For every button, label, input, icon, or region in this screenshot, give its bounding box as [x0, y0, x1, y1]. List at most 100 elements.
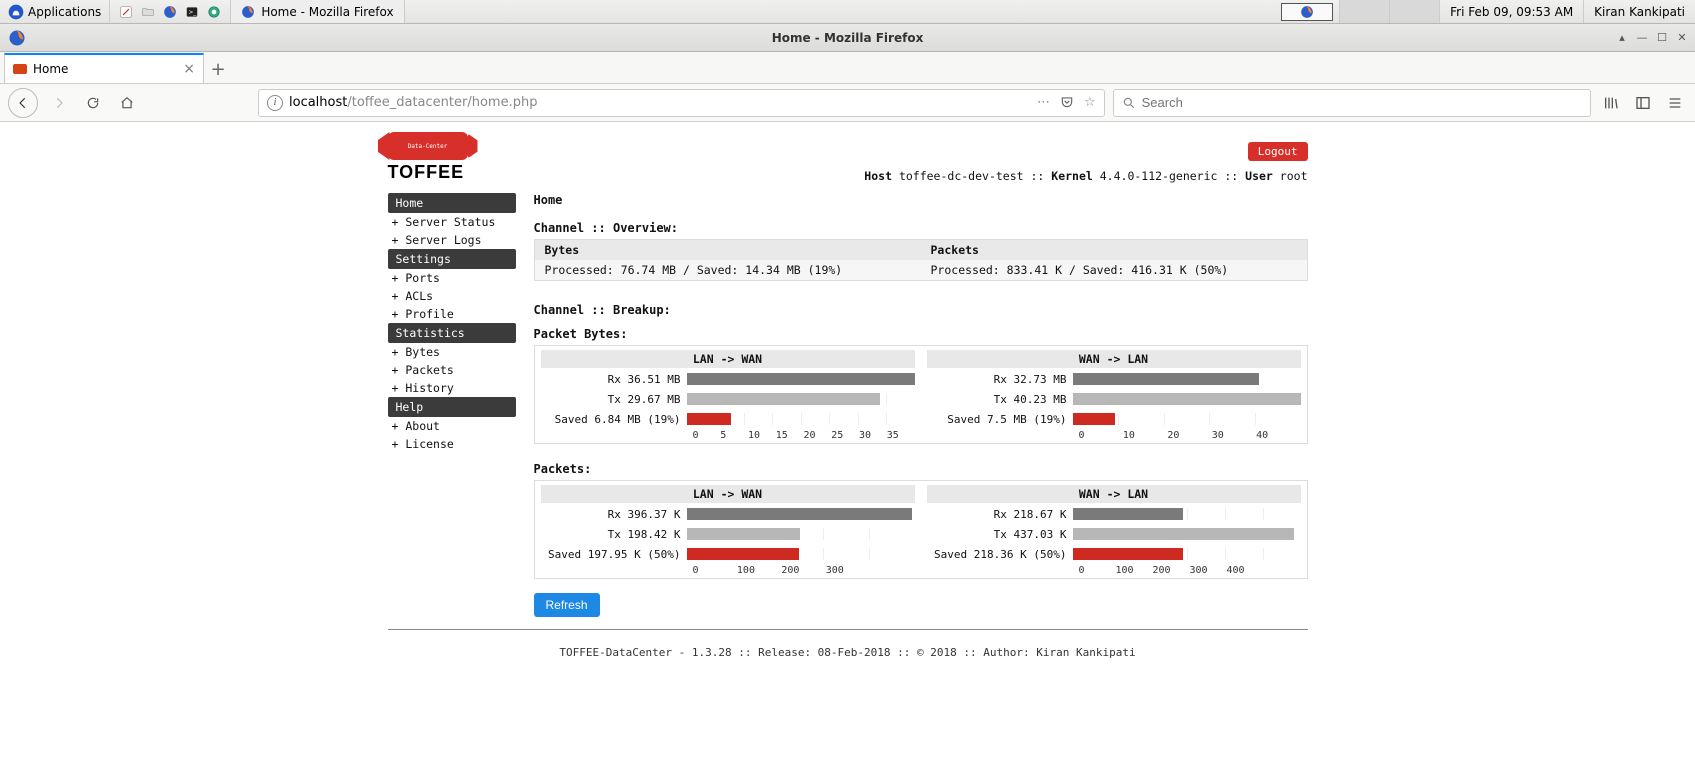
- logo-candy-icon: Data-Center: [388, 132, 468, 160]
- firefox-launcher-icon[interactable]: [160, 2, 180, 22]
- chart-title: WAN -> LAN: [927, 350, 1301, 368]
- chart-bar: Saved 218.36 K (50%): [927, 545, 1301, 563]
- sidebar-item-server-logs[interactable]: Server Logs: [388, 231, 516, 249]
- user-label: User: [1245, 169, 1273, 183]
- sidebar-icon[interactable]: [1631, 91, 1655, 115]
- maximize-icon[interactable]: ☐: [1653, 30, 1671, 46]
- reload-button[interactable]: [80, 90, 106, 116]
- chart-bar: Rx 218.67 K: [927, 505, 1301, 523]
- chart-axis: 0100200300: [693, 563, 915, 576]
- tray-placeholder: [1339, 0, 1389, 23]
- overview-title: Channel :: Overview:: [534, 221, 1308, 235]
- chart-axis: 010203040: [1079, 428, 1301, 441]
- chart-cell: WAN -> LAN Rx 218.67 K Tx 437.03 K Saved…: [921, 481, 1307, 578]
- bar-label: Rx 218.67 K: [927, 508, 1073, 521]
- chart-axis: 0100200300400: [1079, 563, 1301, 576]
- browser-icon[interactable]: [204, 2, 224, 22]
- packets-title: Packets:: [534, 462, 1308, 476]
- packet-bytes-charts: LAN -> WAN Rx 36.51 MB Tx 29.67 MB Saved…: [534, 345, 1308, 444]
- window-up-icon[interactable]: ▴: [1613, 30, 1631, 46]
- search-input[interactable]: [1142, 95, 1582, 110]
- sidebar-item-server-status[interactable]: Server Status: [388, 213, 516, 231]
- home-button[interactable]: [114, 90, 140, 116]
- firefox-icon: [241, 5, 255, 19]
- pocket-icon[interactable]: [1060, 95, 1074, 110]
- library-icon[interactable]: [1599, 91, 1623, 115]
- breakup-title: Channel :: Breakup:: [534, 303, 1308, 317]
- chart-title: LAN -> WAN: [541, 350, 915, 368]
- chart-bar: Tx 40.23 MB: [927, 390, 1301, 408]
- logo-sub: Data-Center: [408, 143, 448, 150]
- taskbar-window-firefox[interactable]: Home - Mozilla Firefox: [230, 0, 404, 23]
- chart-bar: Rx 36.51 MB: [541, 370, 915, 388]
- terminal-icon[interactable]: >_: [182, 2, 202, 22]
- minimize-icon[interactable]: —: [1633, 30, 1651, 46]
- url-path: /toffee_datacenter/home.php: [347, 95, 537, 110]
- chart-title: LAN -> WAN: [541, 485, 915, 503]
- hamburger-menu-icon[interactable]: [1663, 91, 1687, 115]
- host-value: toffee-dc-dev-test: [899, 169, 1024, 183]
- url-host: localhost: [289, 95, 347, 110]
- info-icon[interactable]: i: [267, 95, 283, 111]
- overview-packets-header: Packets: [921, 240, 1308, 261]
- forward-button[interactable]: [46, 90, 72, 116]
- tab-close-icon[interactable]: ×: [183, 61, 195, 77]
- kernel-label: Kernel: [1051, 169, 1093, 183]
- sidebar: Home Server Status Server Logs Settings …: [388, 193, 516, 617]
- chart-bar: Rx 396.37 K: [541, 505, 915, 523]
- chart-cell: LAN -> WAN Rx 396.37 K Tx 198.42 K Saved…: [535, 481, 921, 578]
- svg-text:>_: >_: [189, 9, 197, 15]
- chart-bar: Tx 437.03 K: [927, 525, 1301, 543]
- tab-label: Home: [33, 62, 68, 76]
- url-bar[interactable]: i localhost/toffee_datacenter/home.php ⋯…: [258, 89, 1105, 117]
- host-label: Host: [864, 169, 892, 183]
- bookmark-star-icon[interactable]: ☆: [1084, 95, 1096, 110]
- logout-button[interactable]: Logout: [1248, 142, 1308, 161]
- sidebar-item-license[interactable]: License: [388, 435, 516, 453]
- chart-title: WAN -> LAN: [927, 485, 1301, 503]
- bar-label: Saved 7.5 MB (19%): [927, 413, 1073, 426]
- sidebar-header-help[interactable]: Help: [388, 397, 516, 417]
- new-tab-button[interactable]: +: [204, 55, 232, 83]
- tab-home[interactable]: Home ×: [4, 53, 204, 83]
- search-bar[interactable]: [1113, 89, 1591, 117]
- window-title: Home - Mozilla Firefox: [772, 31, 924, 45]
- sidebar-item-history[interactable]: History: [388, 379, 516, 397]
- sidebar-header-statistics[interactable]: Statistics: [388, 323, 516, 343]
- sidebar-item-ports[interactable]: Ports: [388, 269, 516, 287]
- logo-text: TOFFEE: [388, 162, 468, 183]
- refresh-button[interactable]: Refresh: [534, 593, 600, 617]
- chart-cell: LAN -> WAN Rx 36.51 MB Tx 29.67 MB Saved…: [535, 346, 921, 443]
- user-name: Kiran Kankipati: [1594, 5, 1685, 19]
- back-button[interactable]: [8, 88, 38, 118]
- bar-label: Tx 29.67 MB: [541, 393, 687, 406]
- sidebar-item-profile[interactable]: Profile: [388, 305, 516, 323]
- xfce-foot-icon: [8, 4, 24, 20]
- search-icon: [1122, 96, 1136, 110]
- files-icon[interactable]: [138, 2, 158, 22]
- sidebar-header-home[interactable]: Home: [388, 193, 516, 213]
- taskbar-clock[interactable]: Fri Feb 09, 09:53 AM: [1439, 0, 1583, 23]
- chart-bar: Tx 29.67 MB: [541, 390, 915, 408]
- sidebar-header-settings[interactable]: Settings: [388, 249, 516, 269]
- overview-bytes-value: Processed: 76.74 MB / Saved: 14.34 MB (1…: [534, 260, 921, 281]
- sidebar-item-packets[interactable]: Packets: [388, 361, 516, 379]
- page-actions-icon[interactable]: ⋯: [1037, 95, 1050, 110]
- tab-strip: Home × +: [0, 52, 1695, 84]
- sidebar-item-about[interactable]: About: [388, 417, 516, 435]
- close-icon[interactable]: ✕: [1673, 30, 1691, 46]
- user-value: root: [1280, 169, 1308, 183]
- sidebar-item-bytes[interactable]: Bytes: [388, 343, 516, 361]
- tray-firefox-indicator[interactable]: [1281, 3, 1333, 21]
- applications-menu[interactable]: Applications: [0, 0, 110, 23]
- page-title: Home: [534, 193, 1308, 207]
- taskbar-user[interactable]: Kiran Kankipati: [1583, 0, 1695, 23]
- sidebar-item-acls[interactable]: ACLs: [388, 287, 516, 305]
- bar-label: Saved 197.95 K (50%): [541, 548, 687, 561]
- desktop-taskbar: Applications >_ Home - Mozilla Firefox F…: [0, 0, 1695, 24]
- clock-text: Fri Feb 09, 09:53 AM: [1450, 5, 1573, 19]
- chart-bar: Rx 32.73 MB: [927, 370, 1301, 388]
- overview-bytes-header: Bytes: [534, 240, 921, 261]
- editor-icon[interactable]: [116, 2, 136, 22]
- bar-label: Tx 40.23 MB: [927, 393, 1073, 406]
